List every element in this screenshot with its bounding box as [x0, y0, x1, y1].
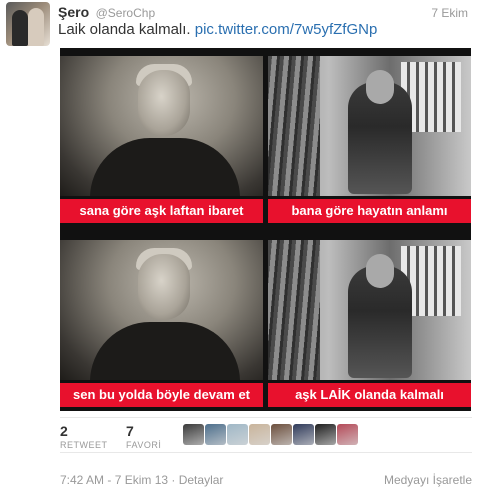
- photo-face: [366, 254, 394, 288]
- author-avatar[interactable]: [6, 2, 50, 46]
- user-avatar-6[interactable]: [293, 424, 314, 445]
- photo-historical-1: [268, 56, 471, 196]
- avatar-figure-right: [28, 8, 44, 46]
- tweet-body: Laik olanda kalmalı.: [58, 21, 191, 38]
- avatar-figure-left: [12, 10, 28, 46]
- author-handle[interactable]: @SeroChp: [96, 6, 156, 20]
- photo-body: [90, 322, 240, 380]
- retweet-label: RETWEET: [60, 440, 108, 450]
- retweet-stat[interactable]: 2 RETWEET: [60, 423, 108, 450]
- photo-head: [138, 254, 190, 320]
- photo-historical-2: [268, 240, 471, 380]
- meta-separator: ·: [168, 473, 179, 487]
- media-caption-3: sen bu yolda böyle devam et: [60, 383, 263, 407]
- photo-singer-2: [60, 240, 263, 380]
- photo-body: [90, 138, 240, 196]
- tweet-media-link[interactable]: pic.twitter.com/7w5yfZfGNp: [195, 21, 378, 38]
- photo-tree: [268, 56, 320, 196]
- user-avatar-2[interactable]: [205, 424, 226, 445]
- tweet-media-image[interactable]: sana göre aşk laftan ibaret bana göre ha…: [60, 48, 471, 411]
- media-caption-1: sana göre aşk laftan ibaret: [60, 199, 263, 223]
- details-link[interactable]: Detaylar: [179, 473, 224, 487]
- media-panel-1: sana göre aşk laftan ibaret: [60, 48, 263, 223]
- favorite-stat[interactable]: 7 FAVORİ: [126, 423, 161, 450]
- photo-tree: [268, 240, 320, 380]
- media-caption-2: bana göre hayatın anlamı: [268, 199, 471, 223]
- tweet-meta: 7:42 AM - 7 Ekim 13 · Detaylar: [60, 473, 223, 487]
- author-name[interactable]: Şero: [58, 4, 89, 20]
- stats-divider-bottom: [60, 452, 472, 453]
- favorite-count: 7: [126, 423, 134, 439]
- photo-head: [138, 70, 190, 136]
- favorite-label: FAVORİ: [126, 440, 162, 450]
- tweet-timestamp[interactable]: 7:42 AM - 7 Ekim 13: [60, 473, 168, 487]
- user-avatar-8[interactable]: [337, 424, 358, 445]
- media-panel-2: bana göre hayatın anlamı: [268, 48, 471, 223]
- media-panel-4: aşk LAİK olanda kalmalı: [268, 232, 471, 407]
- user-avatar-4[interactable]: [249, 424, 270, 445]
- photo-face: [366, 70, 394, 104]
- tweet-card: Şero @SeroChp 7 Ekim Laik olanda kalmalı…: [0, 0, 480, 493]
- user-avatar-7[interactable]: [315, 424, 336, 445]
- user-avatar-1[interactable]: [183, 424, 204, 445]
- tweet-text: Laik olanda kalmalı. pic.twitter.com/7w5…: [58, 21, 377, 38]
- user-avatar-5[interactable]: [271, 424, 292, 445]
- retweet-count: 2: [60, 423, 68, 439]
- user-avatar-3[interactable]: [227, 424, 248, 445]
- author-header: Şero @SeroChp: [58, 4, 155, 22]
- tweet-date[interactable]: 7 Ekim: [431, 6, 468, 20]
- media-caption-4: aşk LAİK olanda kalmalı: [268, 383, 471, 407]
- flag-media-link[interactable]: Medyayı İşaretle: [384, 473, 472, 487]
- photo-singer-1: [60, 56, 263, 196]
- stats-divider-top: [60, 417, 472, 418]
- media-panel-3: sen bu yolda böyle devam et: [60, 232, 263, 407]
